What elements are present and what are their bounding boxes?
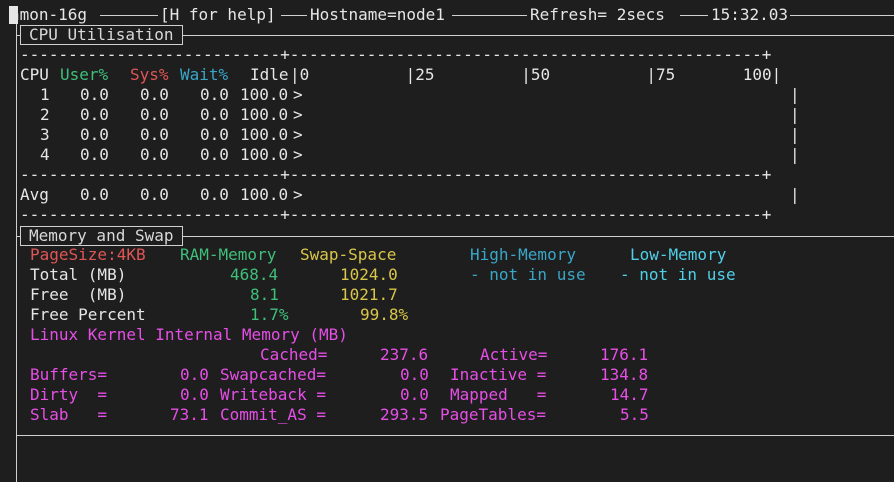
dirty-label: Dirty = [30,385,108,404]
bar-end: | [790,85,800,104]
free-ram: 8.1 [250,285,279,304]
pagetables-value: 5.5 [620,405,649,424]
swapcached-value: 0.0 [400,365,429,384]
wait-col-header: Wait% [180,65,229,84]
cpu-idle: 100.0 [240,145,289,164]
kernel-memory-title: Linux Kernel Internal Memory (MB) [30,325,348,344]
bar-end: | [790,105,800,124]
writeback-label: Writeback = [220,385,326,404]
topbar-divider [100,15,158,16]
high-memory-header: High-Memory [470,245,576,264]
cpu-dash-line: ---------------------------+------------… [20,45,772,64]
cpu-user: 0.0 [80,105,109,124]
total-label: Total (MB) [30,265,127,284]
help-hint[interactable]: [H for help] [160,5,276,25]
cpu-idle: 100.0 [240,105,289,124]
avg-wait: 0.0 [200,185,229,204]
mapped-value: 14.7 [610,385,649,404]
cpu-idle: 100.0 [240,125,289,144]
cached-label: Cached= [260,345,328,364]
mapped-label: Mapped = [450,385,547,404]
cpu-bar: > [293,125,303,144]
cpu-user: 0.0 [80,145,109,164]
topbar-divider [281,15,307,16]
swap-space-header: Swap-Space [300,245,397,264]
dirty-value: 0.0 [180,385,209,404]
freepct-swap: 99.8% [360,305,409,324]
inactive-label: Inactive = [450,365,547,384]
free-swap: 1021.7 [340,285,398,304]
buffers-value: 0.0 [180,365,209,384]
hostname: Hostname=node1 [310,5,445,24]
avg-label: Avg [20,185,49,204]
topbar-divider [790,15,894,16]
cpu-bar: > [293,85,303,104]
cpu-dash-line: ---------------------------+------------… [20,165,772,184]
cpu-sys: 0.0 [140,85,169,104]
cpu-idle: 100.0 [240,85,289,104]
avg-idle: 100.0 [240,185,289,204]
cached-value: 237.6 [380,345,429,364]
writeback-value: 0.0 [400,385,429,404]
active-label: Active= [480,345,548,364]
cpu-wait: 0.0 [200,85,229,104]
commit-as-value: 293.5 [380,405,429,424]
cpu-col-header: CPU [20,65,49,84]
total-ram: 468.4 [230,265,279,284]
commit-as-label: Commit_AS = [220,405,326,424]
high-memory-status: - not in use [470,265,586,284]
clock: 15:32.03 [711,5,789,24]
memory-section-bottom-divider [16,435,894,436]
cpu-sys: 0.0 [140,105,169,124]
bar-end: | [790,145,800,164]
cpu-id: 4 [40,145,50,164]
freepct-label: Free Percent [30,305,146,324]
cpu-user: 0.0 [80,125,109,144]
cpu-bar: > [293,105,303,124]
bar-end: | [790,125,800,144]
ram-memory-header: RAM-Memory [180,245,277,264]
cpu-user: 0.0 [80,85,109,104]
pagetables-label: PageTables= [440,405,546,424]
total-swap: 1024.0 [340,265,398,284]
refresh-rate: Refresh= 2secs [530,5,665,24]
idle-col-header: Idle [250,65,289,84]
low-memory-status: - not in use [620,265,736,284]
cpu-id: 1 [40,85,50,104]
inactive-value: 134.8 [600,365,649,384]
sys-col-header: Sys% [130,65,169,84]
slab-label: Slab = [30,405,108,424]
user-col-header: User% [60,65,109,84]
memory-section-title: Memory and Swap [20,226,183,246]
swapcached-label: Swapcached= [220,365,326,384]
bar-end: | [790,185,800,204]
cpu-id: 2 [40,105,50,124]
cpu-sys: 0.0 [140,125,169,144]
avg-user: 0.0 [80,185,109,204]
pagesize: PageSize:4KB [30,245,146,264]
cpu-wait: 0.0 [200,145,229,164]
free-label: Free (MB) [30,285,127,304]
cpu-wait: 0.0 [200,125,229,144]
avg-sys: 0.0 [140,185,169,204]
buffers-label: Buffers= [30,365,108,384]
cpu-bar: > [293,145,303,164]
frame-left-border [16,24,17,482]
active-value: 176.1 [600,345,649,364]
low-memory-header: Low-Memory [630,245,727,264]
cpu-id: 3 [40,125,50,144]
avg-bar: > [293,185,303,204]
topbar-divider [452,15,527,16]
app-name: nmon-16g [10,5,88,24]
bar-scale: |0 |25 |50 |75 100| [290,65,782,84]
freepct-ram: 1.7% [250,305,289,324]
cpu-wait: 0.0 [200,105,229,124]
cpu-dash-line: ---------------------------+------------… [20,205,772,224]
cpu-section-title: CPU Utilisation [20,25,183,45]
topbar-divider [680,15,708,16]
cpu-sys: 0.0 [140,145,169,164]
slab-value: 73.1 [170,405,209,424]
